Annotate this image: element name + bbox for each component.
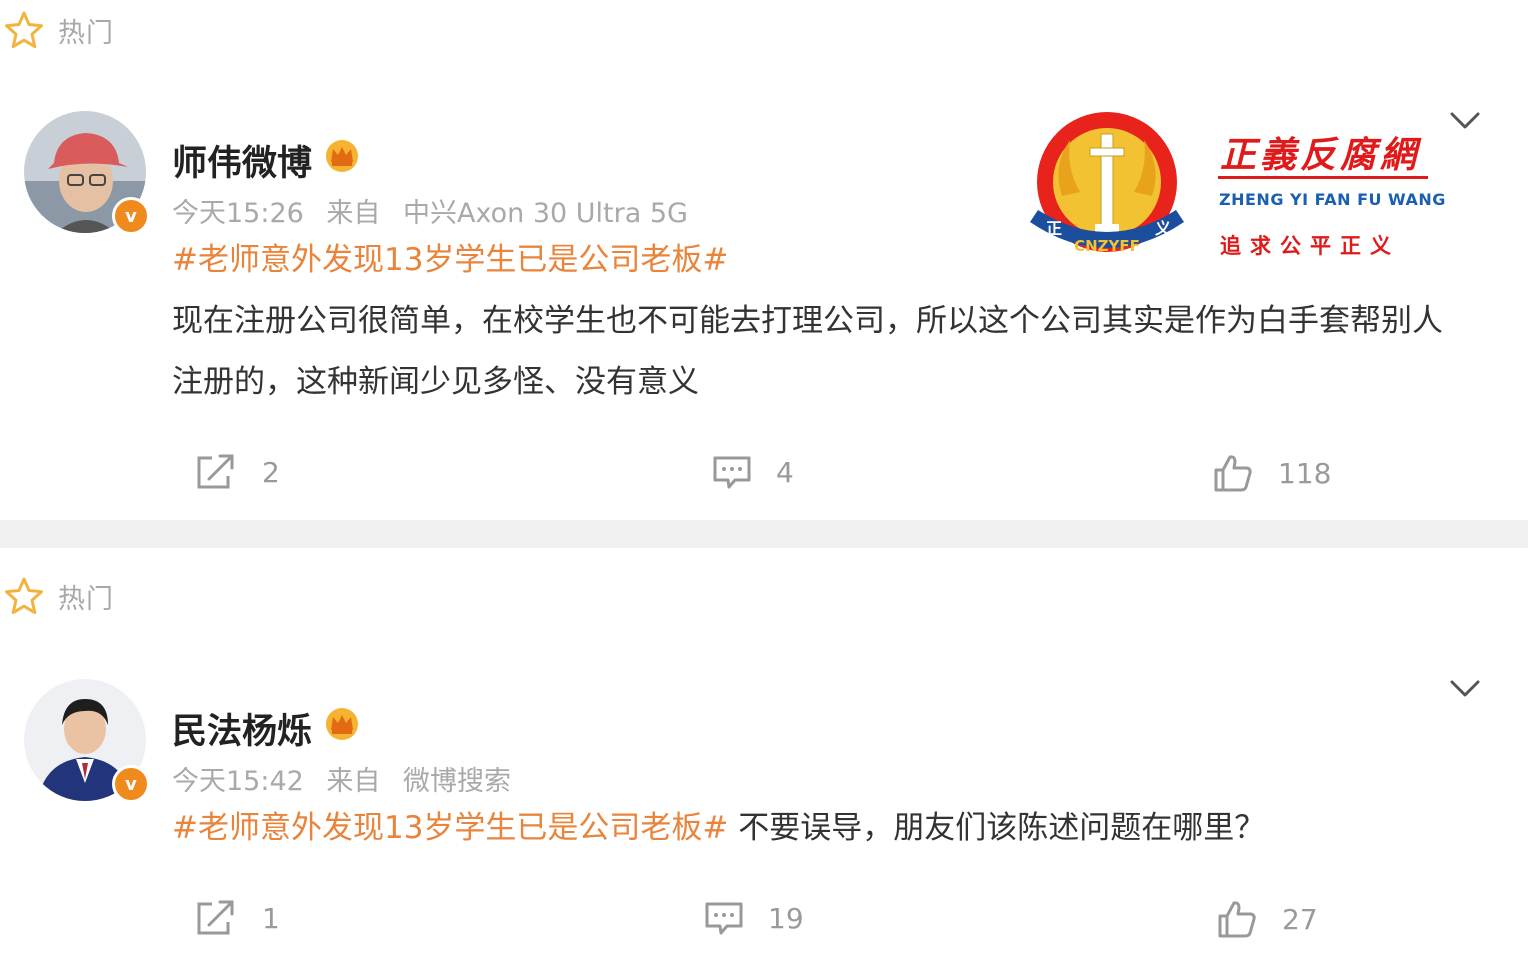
post-text: 现在注册公司很简单，在校学生也不可能去打理公司，所以这个公司其实是作为白手套帮别… bbox=[172, 303, 1443, 400]
comment-icon bbox=[713, 456, 751, 489]
comment-icon bbox=[705, 902, 743, 935]
post-source: 中兴Axon 30 Ultra 5G bbox=[403, 198, 688, 229]
thumbs-up-icon bbox=[1214, 455, 1252, 492]
author-avatar[interactable]: v bbox=[24, 111, 150, 235]
watermark-divider bbox=[1218, 176, 1428, 179]
emblem-icon: CNZYFF 正 义 bbox=[1030, 112, 1184, 255]
svg-text:CNZYFF: CNZYFF bbox=[1074, 237, 1140, 255]
post-time: 今天15:42 bbox=[172, 766, 304, 797]
like-button[interactable]: 118 bbox=[1212, 452, 1331, 494]
hot-tag: 热门 bbox=[4, 10, 114, 50]
hot-tag: 热门 bbox=[4, 576, 114, 616]
star-icon bbox=[5, 11, 43, 49]
watermark-slogan: 追求公平正义 bbox=[1220, 234, 1400, 258]
svg-text:正: 正 bbox=[1046, 219, 1062, 238]
repost-button[interactable]: 2 bbox=[194, 452, 280, 492]
post-content: #老师意外发现13岁学生已是公司老板# 不要误导，朋友们该陈述问题在哪里？ bbox=[172, 798, 1468, 859]
weibo-post-card: 热门 v 民法杨烁 今天15:42 来自 微博搜索 #老师意外发现13岁学生已是… bbox=[0, 548, 1528, 958]
watermark-name: 正義反腐網 bbox=[1220, 134, 1421, 176]
hot-label: 热门 bbox=[58, 583, 114, 615]
hot-label: 热门 bbox=[58, 17, 114, 49]
verified-badge-icon: v bbox=[112, 197, 150, 235]
author-name[interactable]: 师伟微博 bbox=[172, 135, 312, 186]
post-meta: 今天15:26 来自 中兴Axon 30 Ultra 5G bbox=[172, 191, 702, 230]
repost-button[interactable]: 1 bbox=[194, 898, 280, 938]
author-avatar[interactable]: v bbox=[24, 679, 150, 803]
weibo-post-card: 热门 v 师伟微博 今天15:26 来自 中兴Axon 30 Ultra 5G … bbox=[0, 0, 1528, 520]
comment-button[interactable]: 4 bbox=[712, 452, 794, 492]
comment-button[interactable]: 19 bbox=[704, 898, 804, 938]
comment-count: 4 bbox=[776, 455, 794, 489]
crown-badge-icon bbox=[324, 138, 360, 183]
chevron-down-icon[interactable] bbox=[1448, 672, 1482, 710]
post-source-prefix: 来自 bbox=[326, 766, 381, 797]
author-name-row: 民法杨烁 bbox=[172, 703, 360, 754]
author-name[interactable]: 民法杨烁 bbox=[172, 703, 312, 754]
comment-count: 19 bbox=[768, 901, 804, 935]
thumbs-up-icon bbox=[1218, 901, 1256, 938]
post-source: 微博搜索 bbox=[403, 766, 511, 797]
watermark-pinyin: ZHENG YI FAN FU WANG bbox=[1219, 190, 1446, 209]
post-text: 不要误导，朋友们该陈述问题在哪里？ bbox=[728, 810, 1266, 846]
feed-separator bbox=[0, 520, 1528, 548]
star-icon bbox=[5, 577, 43, 615]
verified-badge-icon: v bbox=[112, 765, 150, 803]
repost-count: 2 bbox=[262, 455, 280, 489]
svg-text:义: 义 bbox=[1155, 219, 1171, 238]
watermark-logo: CNZYFF 正 义 正義反腐網 ZHENG YI FAN FU WANG 追求… bbox=[1022, 106, 1445, 276]
crown-badge-icon bbox=[324, 706, 360, 751]
repost-count: 1 bbox=[262, 901, 280, 935]
share-icon bbox=[197, 454, 234, 489]
author-name-row: 师伟微博 bbox=[172, 135, 360, 186]
like-count: 27 bbox=[1282, 902, 1318, 936]
like-count: 118 bbox=[1278, 456, 1332, 490]
chevron-down-icon[interactable] bbox=[1448, 104, 1482, 142]
post-source-prefix: 来自 bbox=[326, 198, 381, 229]
share-icon bbox=[197, 900, 234, 935]
post-time: 今天15:26 bbox=[172, 198, 304, 229]
like-button[interactable]: 27 bbox=[1216, 898, 1318, 940]
hashtag-link[interactable]: #老师意外发现13岁学生已是公司老板# bbox=[172, 810, 728, 846]
post-meta: 今天15:42 来自 微博搜索 bbox=[172, 759, 525, 798]
